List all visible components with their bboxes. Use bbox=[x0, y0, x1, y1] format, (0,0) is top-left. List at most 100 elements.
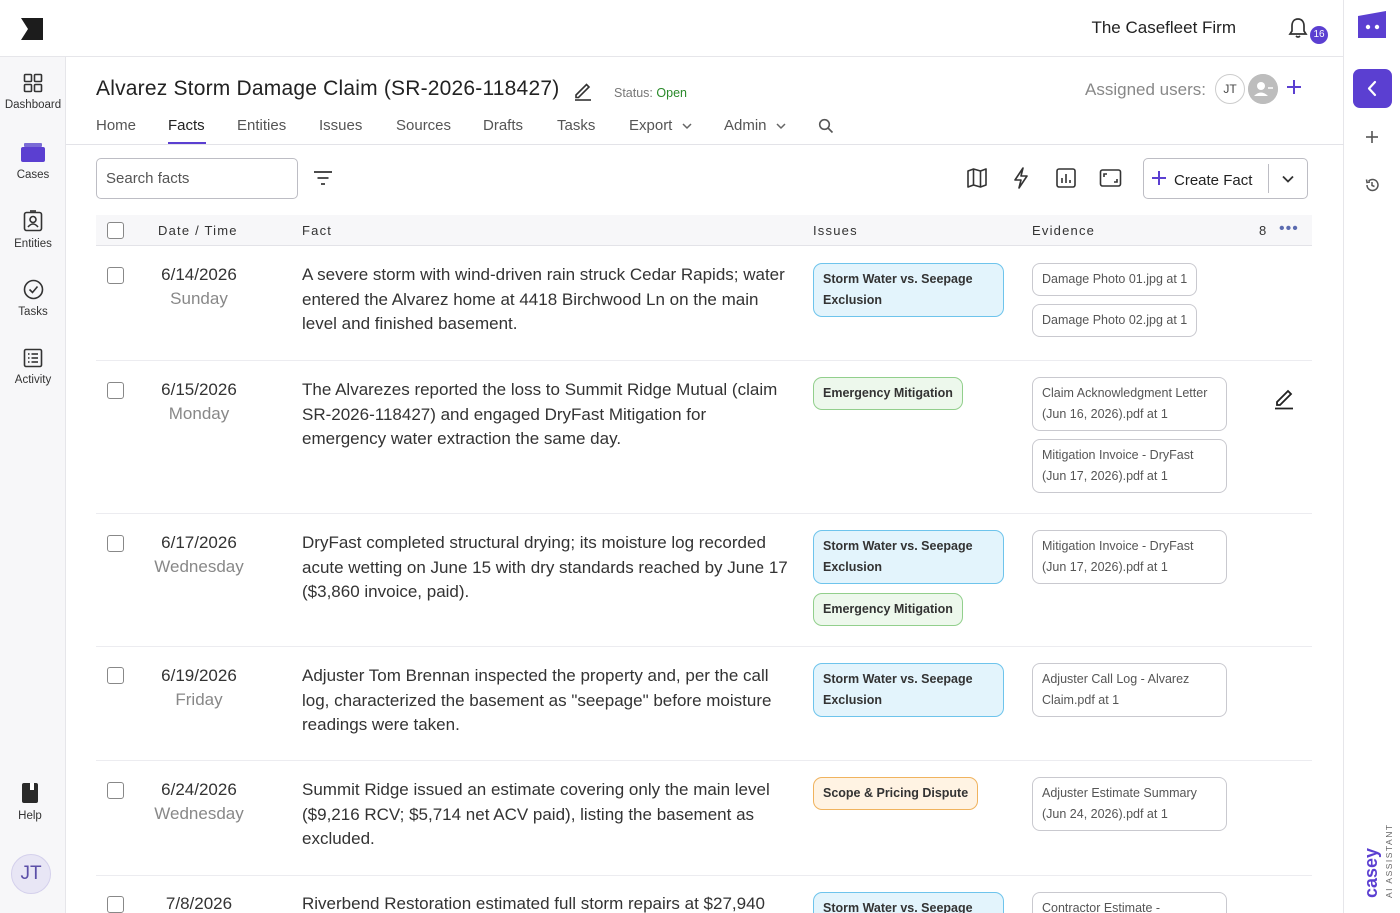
fact-issues: Storm Water vs. Seepage Exclusion Emerge… bbox=[813, 530, 1008, 635]
issue-tag[interactable]: Emergency Mitigation bbox=[813, 593, 963, 626]
evidence-chip[interactable]: Mitigation Invoice - DryFast (Jun 17, 20… bbox=[1032, 530, 1227, 584]
issue-tag[interactable]: Scope & Pricing Dispute bbox=[813, 777, 979, 810]
table-row[interactable]: 6/15/2026 Monday The Alvarezes reported … bbox=[96, 361, 1312, 514]
table-row[interactable]: 6/19/2026 Friday Adjuster Tom Brennan in… bbox=[96, 647, 1312, 761]
table-row[interactable]: 6/14/2026 Sunday A severe storm with win… bbox=[96, 247, 1312, 361]
fact-text[interactable]: DryFast completed structural drying; its… bbox=[302, 531, 792, 605]
user-avatar[interactable]: JT bbox=[11, 854, 51, 894]
evidence-chip[interactable]: Adjuster Call Log - Alvarez Claim.pdf at… bbox=[1032, 663, 1227, 717]
tab-tasks[interactable]: Tasks bbox=[557, 117, 595, 134]
tab-export[interactable]: Export bbox=[629, 117, 693, 134]
tab-issues[interactable]: Issues bbox=[319, 117, 362, 134]
tab-admin[interactable]: Admin bbox=[724, 117, 787, 134]
sidebar-item-dashboard[interactable]: Dashboard bbox=[0, 73, 66, 111]
edit-title-pencil-icon[interactable] bbox=[572, 79, 594, 101]
row-checkbox[interactable] bbox=[107, 267, 124, 284]
table-row[interactable]: 6/17/2026 Wednesday DryFast completed st… bbox=[96, 514, 1312, 647]
plus-icon bbox=[1152, 171, 1166, 185]
fullscreen-frame-icon[interactable] bbox=[1099, 166, 1122, 190]
firm-name[interactable]: The Casefleet Firm bbox=[1091, 18, 1236, 38]
fact-date-value: 6/17/2026 bbox=[161, 533, 237, 552]
evidence-chip[interactable]: Claim Acknowledgment Letter (Jun 16, 202… bbox=[1032, 377, 1227, 431]
notification-count-badge: 16 bbox=[1310, 26, 1328, 44]
row-checkbox[interactable] bbox=[107, 535, 124, 552]
column-header-evidence[interactable]: Evidence bbox=[1032, 223, 1095, 238]
search-facts-input[interactable] bbox=[96, 158, 298, 199]
tab-home[interactable]: Home bbox=[96, 117, 136, 134]
lightning-icon[interactable] bbox=[1011, 166, 1031, 190]
evidence-chip[interactable]: Adjuster Estimate Summary (Jun 24, 2026)… bbox=[1032, 777, 1227, 831]
more-options-icon[interactable]: ••• bbox=[1279, 220, 1299, 238]
issue-tag[interactable]: Storm Water vs. Seepage Exclusion bbox=[813, 663, 1004, 717]
report-chart-icon[interactable] bbox=[1055, 166, 1077, 190]
map-view-icon[interactable] bbox=[966, 166, 988, 190]
sidebar-label-tasks: Tasks bbox=[18, 306, 48, 318]
tab-sources[interactable]: Sources bbox=[396, 117, 451, 134]
tab-drafts[interactable]: Drafts bbox=[483, 117, 523, 134]
issue-tag[interactable]: Emergency Mitigation bbox=[813, 377, 963, 410]
fact-date: 6/17/2026 Wednesday bbox=[134, 531, 264, 579]
column-header-issues[interactable]: Issues bbox=[813, 223, 858, 238]
add-assigned-user-button[interactable] bbox=[1286, 74, 1302, 102]
fact-issues: Storm Water vs. Seepage Exclusion bbox=[813, 663, 1008, 726]
sidebar-item-tasks[interactable]: Tasks bbox=[0, 279, 66, 318]
edit-fact-pencil-icon[interactable] bbox=[1272, 386, 1296, 410]
row-checkbox[interactable] bbox=[107, 782, 124, 799]
tab-entities[interactable]: Entities bbox=[237, 117, 286, 134]
chevron-left-icon bbox=[1367, 80, 1377, 97]
casey-assistant-logo[interactable]: casey AI ASSISTANT bbox=[1358, 820, 1398, 900]
table-row[interactable]: 7/8/2026 Riverbend Restoration estimated… bbox=[96, 876, 1312, 913]
fact-date-value: 6/24/2026 bbox=[161, 780, 237, 799]
evidence-chip[interactable]: Damage Photo 02.jpg at 1 bbox=[1032, 304, 1198, 337]
fact-date-value: 7/8/2026 bbox=[165, 894, 233, 913]
casey-bot-icon[interactable] bbox=[1356, 10, 1388, 40]
issue-tag[interactable]: Storm Water vs. Seepage Exclusion bbox=[813, 530, 1004, 584]
fact-evidence: Damage Photo 01.jpg at 1 Damage Photo 02… bbox=[1032, 263, 1232, 345]
sidebar-item-help[interactable]: Help bbox=[0, 782, 63, 822]
casefleet-logo[interactable] bbox=[18, 16, 46, 42]
column-header-fact[interactable]: Fact bbox=[302, 223, 332, 238]
create-fact-button[interactable] bbox=[1151, 167, 1167, 190]
column-header-date[interactable]: Date / Time bbox=[158, 223, 238, 238]
check-circle-icon bbox=[23, 279, 43, 300]
tab-facts[interactable]: Facts bbox=[168, 117, 205, 134]
fact-text[interactable]: Adjuster Tom Brennan inspected the prope… bbox=[302, 664, 792, 738]
evidence-chip[interactable]: Mitigation Invoice - DryFast (Jun 17, 20… bbox=[1032, 439, 1227, 493]
filter-icon[interactable] bbox=[313, 168, 333, 188]
row-checkbox[interactable] bbox=[107, 667, 124, 684]
fact-text[interactable]: Riverbend Restoration estimated full sto… bbox=[302, 892, 822, 913]
assigned-user-avatar[interactable]: JT bbox=[1215, 74, 1245, 104]
evidence-chip[interactable]: Contractor Estimate - bbox=[1032, 892, 1227, 913]
sidebar-item-activity[interactable]: Activity bbox=[0, 348, 66, 386]
create-fact-label[interactable]: Create Fact bbox=[1174, 172, 1252, 189]
sidebar-label-help: Help bbox=[18, 810, 42, 822]
briefcase-icon bbox=[21, 143, 45, 162]
collapse-panel-button[interactable] bbox=[1353, 69, 1392, 108]
issue-tag[interactable]: Storm Water vs. Seepage bbox=[813, 892, 1004, 913]
sidebar-label-dashboard: Dashboard bbox=[4, 99, 62, 111]
row-checkbox[interactable] bbox=[107, 896, 124, 913]
fact-date: 7/8/2026 bbox=[134, 892, 264, 913]
select-all-checkbox[interactable] bbox=[107, 222, 124, 239]
fact-text[interactable]: The Alvarezes reported the loss to Summi… bbox=[302, 378, 792, 452]
table-row[interactable]: 6/24/2026 Wednesday Summit Ridge issued … bbox=[96, 761, 1312, 876]
search-icon[interactable] bbox=[818, 118, 834, 134]
new-chat-button[interactable] bbox=[1364, 128, 1380, 151]
anonymous-user-icon[interactable] bbox=[1248, 74, 1278, 104]
fact-issues: Emergency Mitigation bbox=[813, 377, 1008, 419]
fact-text[interactable]: Summit Ridge issued an estimate covering… bbox=[302, 778, 792, 852]
sidebar-item-cases[interactable]: Cases bbox=[0, 141, 66, 181]
create-fact-dropdown-chevron-icon[interactable] bbox=[1280, 171, 1296, 187]
notification-bell-icon[interactable] bbox=[1286, 16, 1310, 40]
fact-date-value: 6/14/2026 bbox=[161, 265, 237, 284]
issue-tag[interactable]: Storm Water vs. Seepage Exclusion bbox=[813, 263, 1004, 317]
right-rail: casey AI ASSISTANT bbox=[1343, 0, 1400, 913]
sidebar-item-entities[interactable]: Entities bbox=[0, 210, 66, 250]
tab-export-label: Export bbox=[629, 117, 673, 134]
evidence-chip[interactable]: Damage Photo 01.jpg at 1 bbox=[1032, 263, 1198, 296]
fact-text[interactable]: A severe storm with wind-driven rain str… bbox=[302, 263, 792, 337]
fact-date-value: 6/15/2026 bbox=[161, 380, 237, 399]
row-checkbox[interactable] bbox=[107, 382, 124, 399]
history-icon[interactable] bbox=[1364, 177, 1380, 193]
evidence-count: 8 bbox=[1259, 223, 1267, 238]
